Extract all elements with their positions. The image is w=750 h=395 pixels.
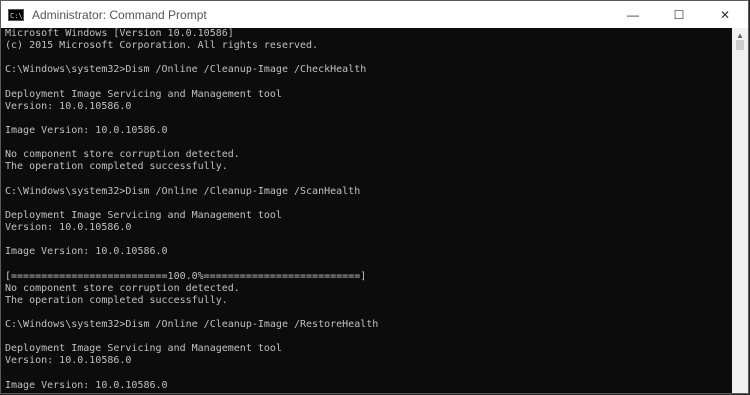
console-line: Deployment Image Servicing and Managemen… [5,88,282,100]
close-icon: ✕ [719,7,731,22]
title-bar[interactable]: C:\ Administrator: Command Prompt — ☐ ✕ [1,1,748,28]
console-line: C:\Windows\system32>Dism /Online /Cleanu… [5,185,361,197]
maximize-icon: ☐ [673,7,685,22]
console-line: Image Version: 10.0.10586.0 [5,379,168,391]
console-line: C:\Windows\system32>Dism /Online /Cleanu… [5,319,379,330]
console-line: Version: 10.0.10586.0 [5,222,132,233]
console-line: Version: 10.0.10586.0 [5,100,132,112]
window-controls: — ☐ ✕ [610,1,748,28]
minimize-icon: — [627,7,639,22]
console-line: Deployment Image Servicing and Managemen… [5,343,282,355]
console-line: C:\Windows\system32>Dism /Online /Cleanu… [5,64,367,76]
console-line: No component store corruption detected. [5,149,240,161]
console-line: Deployment Image Servicing and Managemen… [5,209,282,221]
console-line: No component store corruption detected. [5,282,240,294]
maximize-button[interactable]: ☐ [656,1,702,28]
console-line: Microsoft Windows [Version 10.0.10586] [5,28,234,39]
close-button[interactable]: ✕ [702,1,748,28]
console-line: Image Version: 10.0.10586.0 [5,125,168,136]
vertical-scrollbar[interactable]: ▲ [732,28,748,393]
scrollbar-thumb[interactable] [736,40,744,50]
console-line: The operation completed successfully. [5,161,228,173]
console-output[interactable]: Microsoft Windows [Version 10.0.10586] (c… [1,28,733,393]
command-prompt-window: C:\ Administrator: Command Prompt — ☐ ✕ … [0,0,749,394]
console-line: [==========================100.0%=======… [5,270,367,282]
window-title: Administrator: Command Prompt [32,7,207,22]
console-line: (c) 2015 Microsoft Corporation. All righ… [5,40,319,52]
console-line: The operation completed successfully. [5,294,228,306]
console-line: Image Version: 10.0.10586.0 [5,246,168,258]
cmd-app-icon: C:\ [8,8,24,21]
console-line: Version: 10.0.10586.0 [5,355,132,367]
minimize-button[interactable]: — [610,1,656,28]
